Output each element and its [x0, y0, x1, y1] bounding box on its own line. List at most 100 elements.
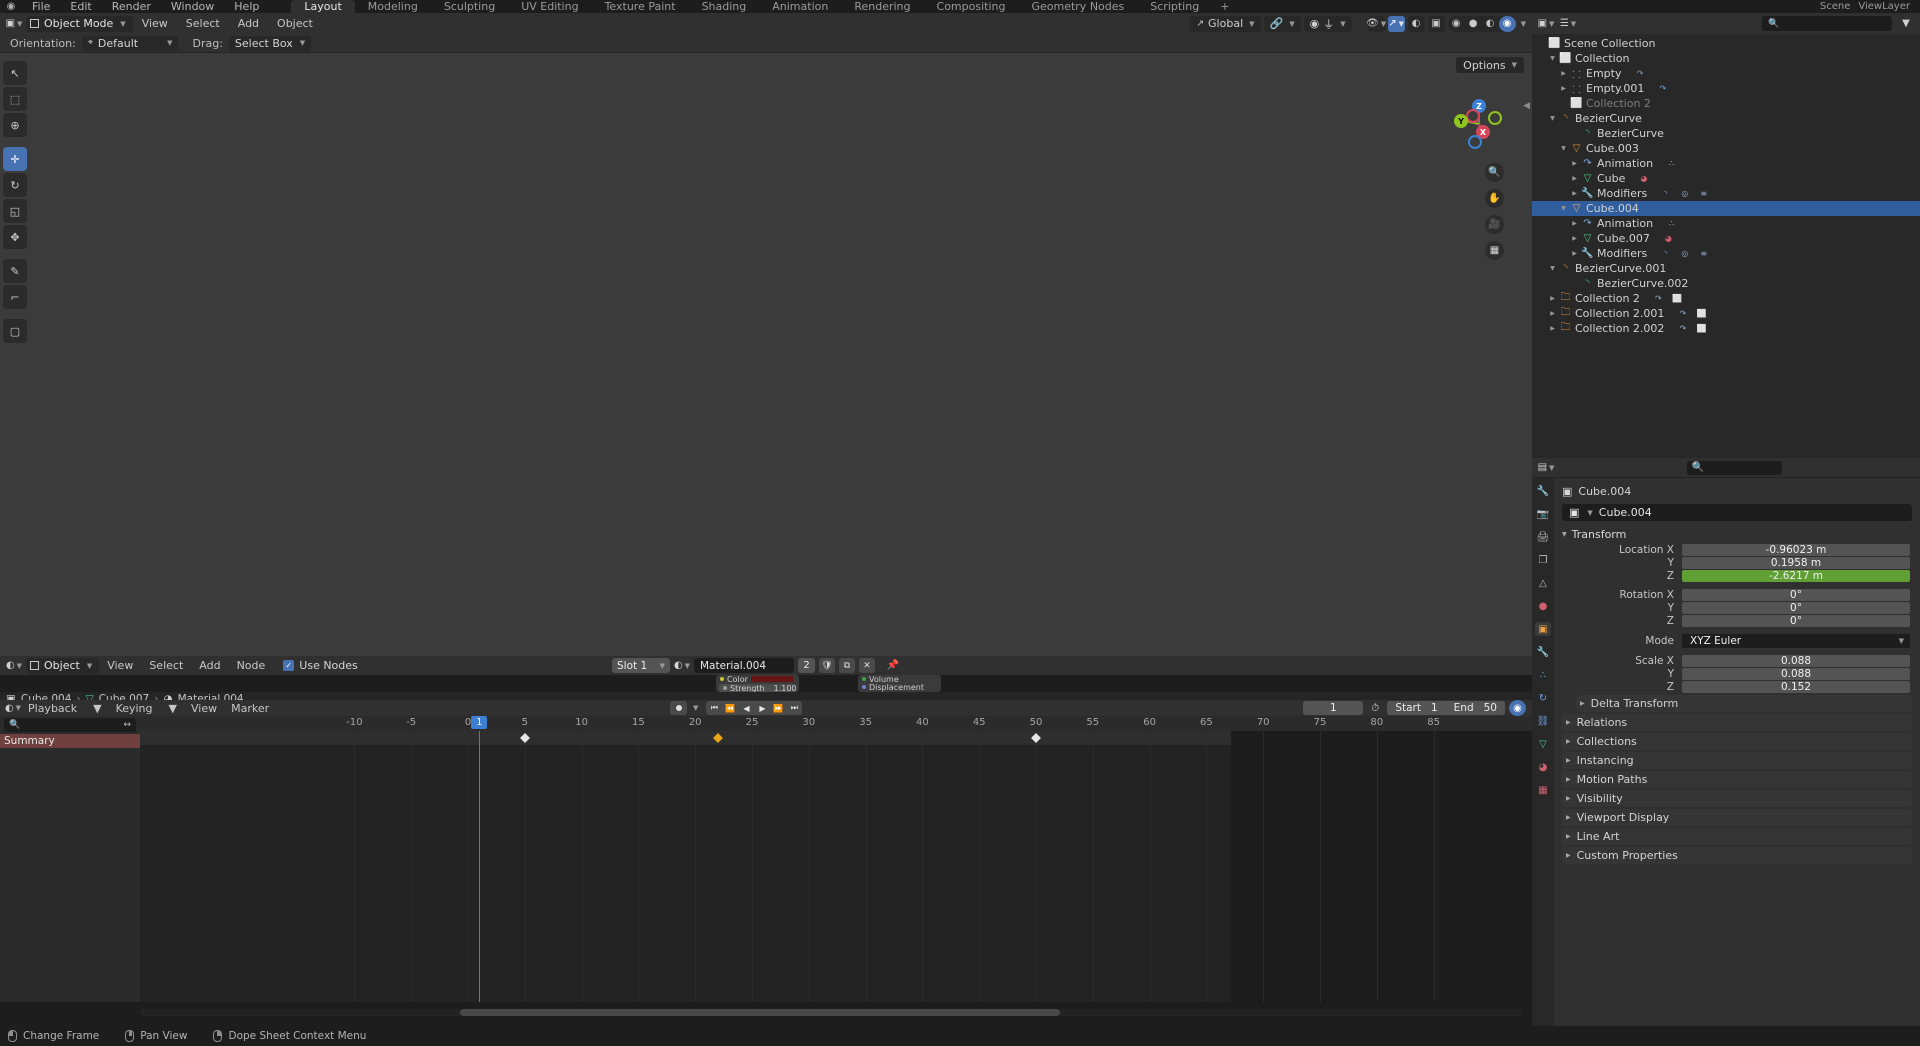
chevron-right-icon[interactable]: ▶: [1547, 325, 1558, 332]
node-socket-row[interactable]: Color: [716, 675, 799, 684]
section-instancing[interactable]: ▶ Instancing: [1562, 752, 1912, 769]
physics-tab[interactable]: ↻: [1535, 691, 1551, 705]
filter-icon[interactable]: ▼: [1898, 16, 1914, 32]
3d-viewport[interactable]: Options ▼ ↖ ⬚ ⊕ ✛ ↻ ◱ ✥ ✎ ⌐ ▢ ◀ Z Y X 🔍 ✋ 🎥 ▦: [0, 53, 1532, 656]
workspace-tab-sculpting[interactable]: Sculpting: [431, 0, 508, 13]
section-custom-properties[interactable]: ▶ Custom Properties: [1562, 847, 1912, 864]
section-collections[interactable]: ▶ Collections: [1562, 733, 1912, 750]
object-data-tab[interactable]: ▽: [1535, 737, 1551, 751]
chevron-right-icon[interactable]: ▶: [1569, 235, 1580, 242]
view-layer-tab[interactable]: ❐: [1535, 553, 1551, 567]
current-frame-field[interactable]: 1: [1303, 701, 1364, 715]
timeline-ruler[interactable]: -10 -5 0 5 10 15 20 25 30 35 40 45 50 55 60 65 70 75 80 85: [140, 716, 1532, 731]
viewport-menu-view[interactable]: View: [133, 17, 177, 30]
animation-data-icon[interactable]: ↷: [1656, 83, 1669, 94]
outliner-item-modifiers[interactable]: ▶ 🔧 Modifiers ◝ ◎ ≡: [1532, 186, 1920, 201]
snap-toggle[interactable]: 🔗 ▼: [1263, 15, 1301, 32]
emission-node[interactable]: Color Strength 1.100: [716, 675, 799, 692]
object-properties-tab[interactable]: ▣: [1535, 622, 1551, 636]
sync-stopwatch-icon[interactable]: ⏱: [1367, 700, 1383, 716]
output-tab[interactable]: 🖨: [1535, 530, 1551, 544]
editor-type-icon[interactable]: ▤ ▼: [1538, 460, 1555, 476]
sidebar-collapse-icon[interactable]: ◀: [1523, 101, 1530, 111]
shader-node-canvas[interactable]: Color Strength 1.100 Volume Displacement: [0, 675, 1532, 692]
workspace-tab-geometry-nodes[interactable]: Geometry Nodes: [1018, 0, 1137, 13]
outliner-item-beziercurve[interactable]: ▶◝BezierCurve: [1532, 126, 1920, 141]
material-tab[interactable]: ◕: [1535, 760, 1551, 774]
viewport-menu-object[interactable]: Object: [268, 17, 322, 30]
jump-to-prev-keyframe-button[interactable]: ⏪: [722, 701, 738, 715]
outliner-item-cube[interactable]: ▶ ▽ Cube ◕: [1532, 171, 1920, 186]
outliner-item-collection[interactable]: ▼ ⬜ Collection: [1532, 51, 1920, 66]
outliner-item-cube-003[interactable]: ▼ ▽ Cube.003: [1532, 141, 1920, 156]
section-viewport-display[interactable]: ▶ Viewport Display: [1562, 809, 1912, 826]
pin-icon[interactable]: 📌: [885, 658, 901, 674]
cursor-tool[interactable]: ⊕: [3, 113, 27, 137]
workspace-tab-rendering[interactable]: Rendering: [841, 0, 923, 13]
node-socket-row[interactable]: Displacement: [858, 683, 941, 692]
shader-menu-view[interactable]: View: [99, 659, 141, 672]
outliner-item-collection-2-001[interactable]: ▶ 🗀 Collection 2.001 ↷ ⬜: [1532, 306, 1920, 321]
horizontal-scrollbar[interactable]: [140, 1009, 1522, 1016]
end-frame-field[interactable]: End 50: [1446, 701, 1505, 715]
chevron-down-icon[interactable]: ▼: [1558, 205, 1569, 212]
pan-hand-icon[interactable]: ✋: [1485, 189, 1504, 208]
menu-edit[interactable]: Edit: [60, 0, 101, 13]
property-value-mode[interactable]: XYZ Euler ▼: [1682, 634, 1910, 648]
subsurf-modifier-icon[interactable]: ◎: [1678, 248, 1691, 259]
outliner-item-collection-2-002[interactable]: ▶ 🗀 Collection 2.002 ↷ ⬜: [1532, 321, 1920, 336]
render-tab[interactable]: 📷: [1535, 507, 1551, 521]
chevron-right-icon[interactable]: ▶: [1569, 250, 1580, 257]
proportional-editing-toggle[interactable]: ◉ ⏚ ▼: [1303, 15, 1352, 32]
transform-tool[interactable]: ✥: [3, 225, 27, 249]
animation-data-icon[interactable]: ↷: [1676, 323, 1689, 334]
chevron-right-icon[interactable]: ▶: [1558, 70, 1569, 77]
chevron-right-icon[interactable]: ▶: [1547, 295, 1558, 302]
dopesheet-icon[interactable]: ◐ ▼: [5, 700, 21, 716]
menu-render[interactable]: Render: [102, 0, 161, 13]
chevron-right-icon[interactable]: ▶: [1547, 310, 1558, 317]
animation-data-icon[interactable]: ↷: [1633, 68, 1646, 79]
array-modifier-icon[interactable]: ≡: [1697, 248, 1710, 259]
workspace-tab-texture-paint[interactable]: Texture Paint: [592, 0, 689, 13]
outliner-item-beziercurve-001[interactable]: ▼ ◝ BezierCurve.001: [1532, 261, 1920, 276]
outliner-item-collection-2[interactable]: ▶ 🗀 Collection 2 ↷ ⬜: [1532, 291, 1920, 306]
measure-tool[interactable]: ⌐: [3, 285, 27, 309]
visibility-icon[interactable]: 👁 ▼: [1366, 15, 1386, 32]
section-line-art[interactable]: ▶ Line Art: [1562, 828, 1912, 845]
view-layer-selector[interactable]: ViewLayer: [1858, 1, 1910, 12]
outliner-item-empty[interactable]: ▶ ⸬ Empty ↷: [1532, 66, 1920, 81]
property-value-scale-x[interactable]: 0.088: [1682, 655, 1910, 667]
tool-tab[interactable]: 🔧: [1535, 484, 1551, 498]
material-icon[interactable]: ◕: [1662, 233, 1675, 244]
particles-tab[interactable]: ∴: [1535, 668, 1551, 682]
outliner-item-cube-004[interactable]: ▼ ▽ Cube.004: [1532, 201, 1920, 216]
drag-dropdown[interactable]: Select Box ▼: [228, 35, 312, 51]
camera-view-icon[interactable]: 🎥: [1485, 215, 1504, 234]
play-reverse-button[interactable]: ◀: [738, 701, 754, 715]
animation-data-icon[interactable]: ↷: [1676, 308, 1689, 319]
select-box-tool[interactable]: ⬚: [3, 87, 27, 111]
chevron-down-icon[interactable]: ▼: [1547, 265, 1558, 272]
jump-to-end-button[interactable]: ⏭: [786, 701, 802, 715]
outliner-display-mode-icon[interactable]: ☰ ▼: [1560, 16, 1576, 32]
jump-to-start-button[interactable]: ⏮: [706, 701, 722, 715]
workspace-tab-animation[interactable]: Animation: [759, 0, 841, 13]
dope-menu-view[interactable]: View: [184, 702, 224, 715]
action-icon[interactable]: ∴: [1665, 218, 1678, 229]
action-icon[interactable]: ∴: [1665, 158, 1678, 169]
material-output-node[interactable]: Volume Displacement: [858, 675, 941, 692]
chevron-right-icon[interactable]: ▶: [1569, 160, 1580, 167]
material-slot-dropdown[interactable]: Slot 1 ▼: [612, 658, 670, 673]
dope-menu-playback[interactable]: Playback: [21, 702, 84, 715]
gizmo-axis-y[interactable]: Y: [1454, 114, 1468, 128]
outliner-item-cube-007[interactable]: ▶ ▽ Cube.007 ◕: [1532, 231, 1920, 246]
collection-instance-icon[interactable]: ⬜: [1695, 323, 1708, 334]
navigation-gizmo[interactable]: Z Y X: [1450, 95, 1508, 153]
move-tool[interactable]: ✛: [3, 147, 27, 171]
shield-icon[interactable]: 🛡: [819, 658, 835, 673]
material-users-count[interactable]: 2: [798, 658, 815, 673]
editor-type-icon[interactable]: ▣ ▼: [6, 16, 23, 32]
workspace-tab-modeling[interactable]: Modeling: [355, 0, 431, 13]
chevron-right-icon[interactable]: ▶: [1569, 220, 1580, 227]
